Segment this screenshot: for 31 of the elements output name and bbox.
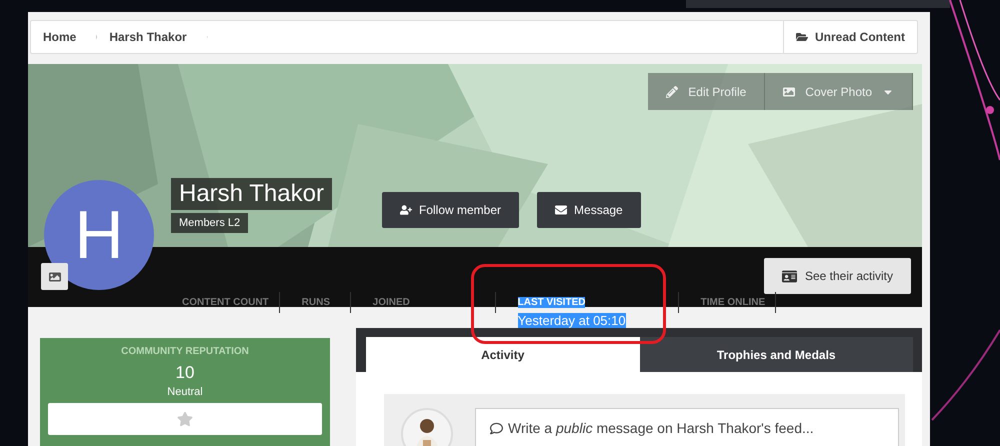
tab[interactable]: Trophies and Medals — [640, 337, 913, 372]
profile-action-button[interactable]: Message — [537, 192, 641, 228]
message-field[interactable]: Write a public message on Harsh Thakor's feed... — [475, 408, 899, 446]
image-icon — [48, 270, 60, 282]
pencil-icon — [666, 86, 678, 98]
stat-label: RUNS — [302, 297, 330, 308]
breadcrumb-link[interactable]: Harsh Thakor — [97, 21, 208, 53]
envelope-icon — [555, 204, 568, 216]
message-prompt: Write a public message on Harsh Thakor's feed... — [508, 420, 814, 436]
stat-value: Yesterday at 05:10 — [518, 313, 626, 328]
id-card-icon — [782, 268, 797, 284]
member-group: Members L2 — [171, 213, 248, 233]
folder-icon — [796, 31, 808, 43]
profile-action-button[interactable]: Follow member — [382, 192, 520, 228]
reputation-score: 10 — [176, 363, 194, 383]
stat-label: JOINED — [372, 297, 410, 308]
add-user-icon — [400, 204, 412, 216]
change-photo-button[interactable] — [41, 263, 68, 290]
tab[interactable]: Activity — [366, 337, 640, 372]
image-icon — [783, 86, 796, 98]
stat-label: LAST VISITED — [518, 297, 586, 308]
reputation-title: COMMUNITY REPUTATION — [121, 346, 249, 357]
breadcrumb-link[interactable]: Home — [31, 21, 98, 53]
stat-label: TIME ONLINE — [700, 297, 766, 308]
speech-bubble-icon — [490, 422, 503, 435]
star-icon — [177, 411, 193, 427]
stat-label: CONTENT COUNT — [182, 297, 269, 308]
unread-content-link[interactable]: Unread Content — [783, 21, 917, 53]
reputation-rank: Neutral — [167, 386, 203, 398]
see-activity-button[interactable]: See their activity — [764, 258, 911, 294]
profile-name: Harsh Thakor — [171, 178, 332, 210]
